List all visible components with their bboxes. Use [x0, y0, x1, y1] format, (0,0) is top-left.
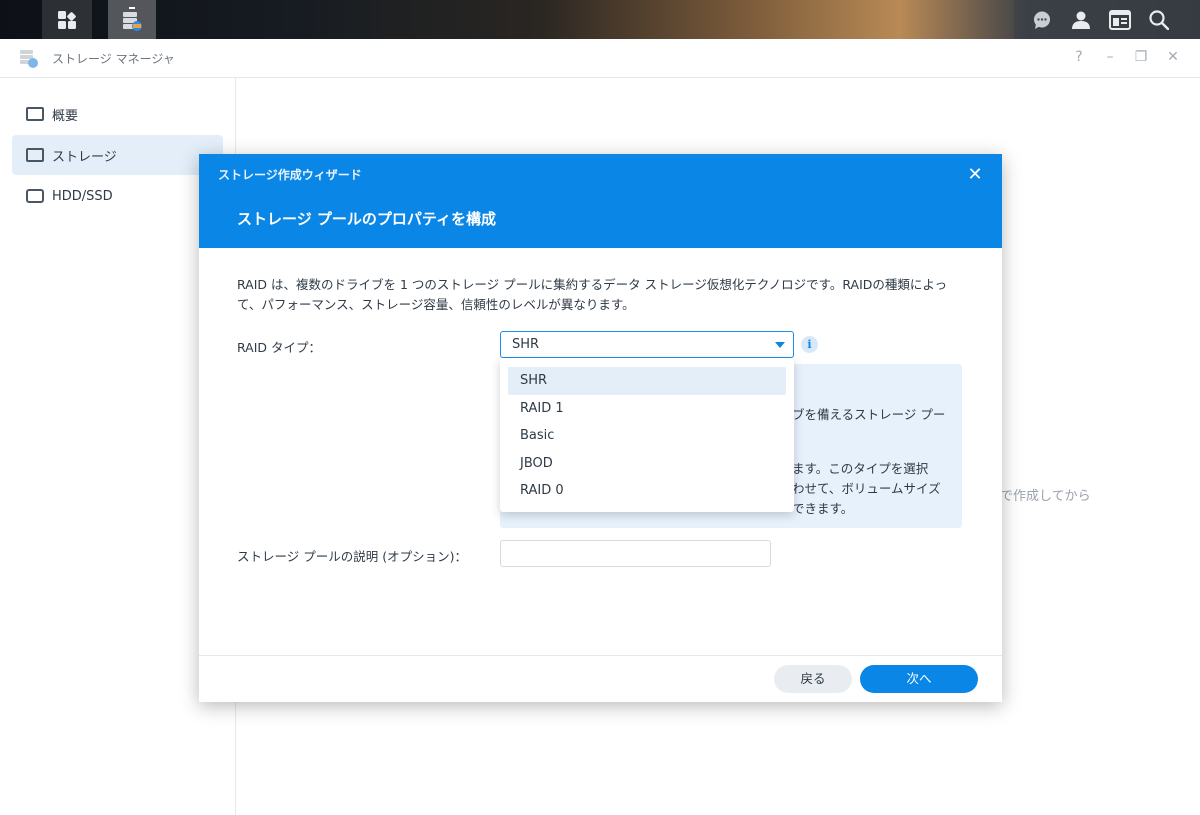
raid-option-jbod[interactable]: JBOD [508, 450, 786, 478]
background-hint-text: で作成してから [1000, 489, 1091, 504]
storage-icon [26, 148, 44, 162]
raid-type-label: RAID タイプ： [237, 340, 322, 355]
info-text-fragment: ブを備えるストレージ プー [792, 407, 946, 422]
raid-type-select[interactable]: SHR [500, 331, 794, 358]
minimize-button[interactable]: – [1100, 49, 1120, 65]
sidebar-item-hdd-ssd[interactable]: HDD/SSD [12, 176, 223, 216]
info-text-fragment: ます。このタイプを選択 [792, 461, 929, 476]
window-title: ストレージ マネージャ [52, 52, 175, 66]
dialog-header: ストレージ作成ウィザード ✕ ストレージ プールのプロパティを構成 [199, 154, 1002, 248]
dialog-close-icon[interactable]: ✕ [965, 164, 985, 185]
sidebar-item-label: 概要 [52, 108, 79, 124]
pool-description-input[interactable] [500, 540, 771, 567]
apps-grid-icon [58, 10, 76, 29]
help-button[interactable]: ? [1069, 49, 1089, 65]
disk-icon [26, 189, 44, 203]
raid-description: RAID は、複数のドライブを 1 つのストレージ プールに集約するデータ スト… [237, 277, 948, 312]
raid-type-dropdown-list: SHR RAID 1 Basic JBOD RAID 0 [500, 358, 794, 512]
taskbar-tray [1014, 0, 1200, 39]
dialog-title: ストレージ プールのプロパティを構成 [237, 210, 497, 228]
dialog-footer-divider [199, 655, 1002, 656]
next-button[interactable]: 次へ [860, 665, 978, 693]
main-menu-button[interactable] [42, 0, 92, 39]
sidebar-item-storage[interactable]: ストレージ [12, 135, 223, 175]
sidebar-item-overview[interactable]: 概要 [12, 94, 223, 134]
wizard-label: ストレージ作成ウィザード [218, 168, 362, 182]
close-window-button[interactable]: ✕ [1163, 49, 1183, 65]
storage-manager-taskbar-button[interactable] [108, 0, 156, 39]
sidebar-item-label: HDD/SSD [52, 188, 113, 204]
raid-option-raid1[interactable]: RAID 1 [508, 395, 786, 423]
taskbar [0, 0, 1200, 39]
info-text-fragment: できます。 [792, 501, 854, 516]
sidebar-item-label: ストレージ [52, 149, 117, 165]
raid-option-shr[interactable]: SHR [508, 367, 786, 395]
info-text-fragment: わせて、ボリュームサイズ [792, 481, 941, 496]
raid-type-selected-value: SHR [512, 337, 540, 352]
user-button[interactable] [1061, 0, 1101, 39]
window-titlebar[interactable]: ストレージ マネージャ ? – ❐ ✕ [0, 39, 1200, 78]
search-icon [1149, 9, 1169, 30]
search-button[interactable] [1139, 0, 1179, 39]
dropdown-arrow-icon [775, 342, 785, 348]
user-icon [1072, 11, 1090, 29]
chat-button[interactable] [1022, 0, 1062, 39]
storage-wizard-dialog: ストレージ作成ウィザード ✕ ストレージ プールのプロパティを構成 RAID は… [199, 154, 1002, 702]
widgets-button[interactable] [1100, 0, 1140, 39]
restore-button[interactable]: ❐ [1131, 49, 1151, 65]
storage-manager-app-icon [20, 50, 38, 68]
overview-icon [26, 107, 44, 121]
back-button[interactable]: 戻る [774, 665, 852, 693]
info-icon[interactable]: i [801, 336, 818, 353]
storage-manager-icon [123, 6, 142, 31]
raid-option-raid0[interactable]: RAID 0 [508, 477, 786, 505]
pool-description-label: ストレージ プールの説明 (オプション)： [237, 549, 467, 564]
chat-icon [1034, 11, 1050, 29]
raid-option-basic[interactable]: Basic [508, 422, 786, 450]
widget-icon [1109, 9, 1131, 30]
